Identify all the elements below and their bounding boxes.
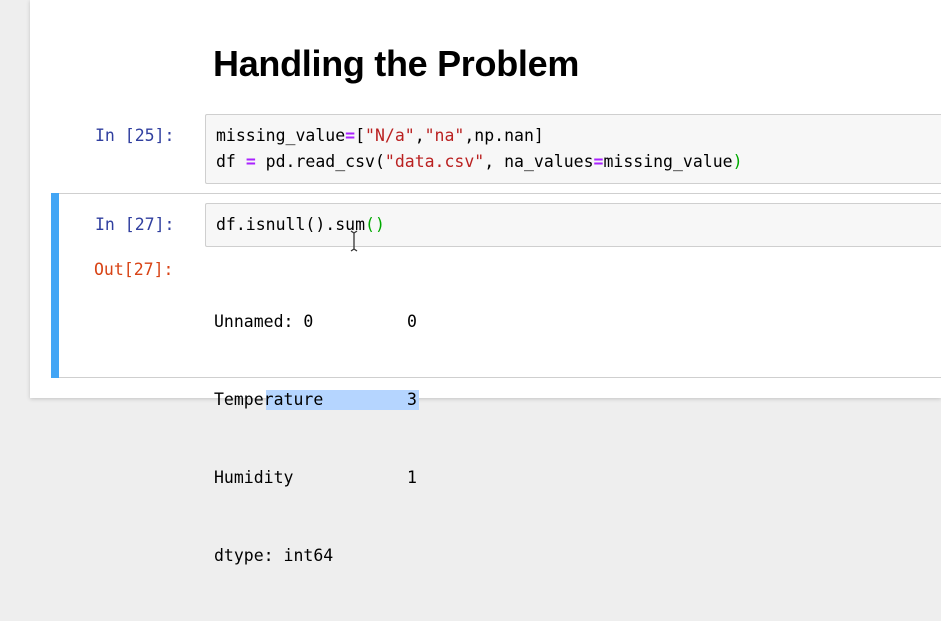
code-input-cell-25[interactable]: missing_value=["N/a","na",np.nan] df = p… <box>205 114 941 184</box>
output-dtype: dtype: int64 <box>214 546 334 565</box>
code-line-3[interactable]: df.isnull().sum() <box>216 212 385 238</box>
output-value: 3 <box>407 390 417 409</box>
output-value: 1 <box>407 468 417 487</box>
code-line-2[interactable]: df = pd.read_csv("data.csv", na_values=m… <box>216 149 743 175</box>
selected-cell-indicator <box>51 193 59 378</box>
input-prompt-27: In [27]: <box>95 215 175 234</box>
output-name: Temperature <box>214 390 324 409</box>
output-row: dtype: int64 <box>214 543 333 569</box>
markdown-heading: Handling the Problem <box>213 43 580 84</box>
input-prompt-25: In [25]: <box>95 126 175 145</box>
output-name: Humidity <box>214 468 294 487</box>
code-line-1[interactable]: missing_value=["N/a","na",np.nan] <box>216 123 544 149</box>
output-row: Unnamed: 0 0 <box>214 309 417 335</box>
output-row: Humidity 1 <box>214 465 417 491</box>
output-name: Unnamed: 0 <box>214 312 314 331</box>
output-value: 0 <box>407 312 417 331</box>
output-row: Temperature 3 <box>214 387 419 413</box>
code-input-cell-27[interactable]: df.isnull().sum() <box>205 203 941 247</box>
text-cursor-icon <box>350 230 358 252</box>
output-area: Unnamed: 0 0 Temperature 3 Humidity 1 dt… <box>214 257 419 595</box>
output-prompt-27: Out[27]: <box>94 260 174 279</box>
